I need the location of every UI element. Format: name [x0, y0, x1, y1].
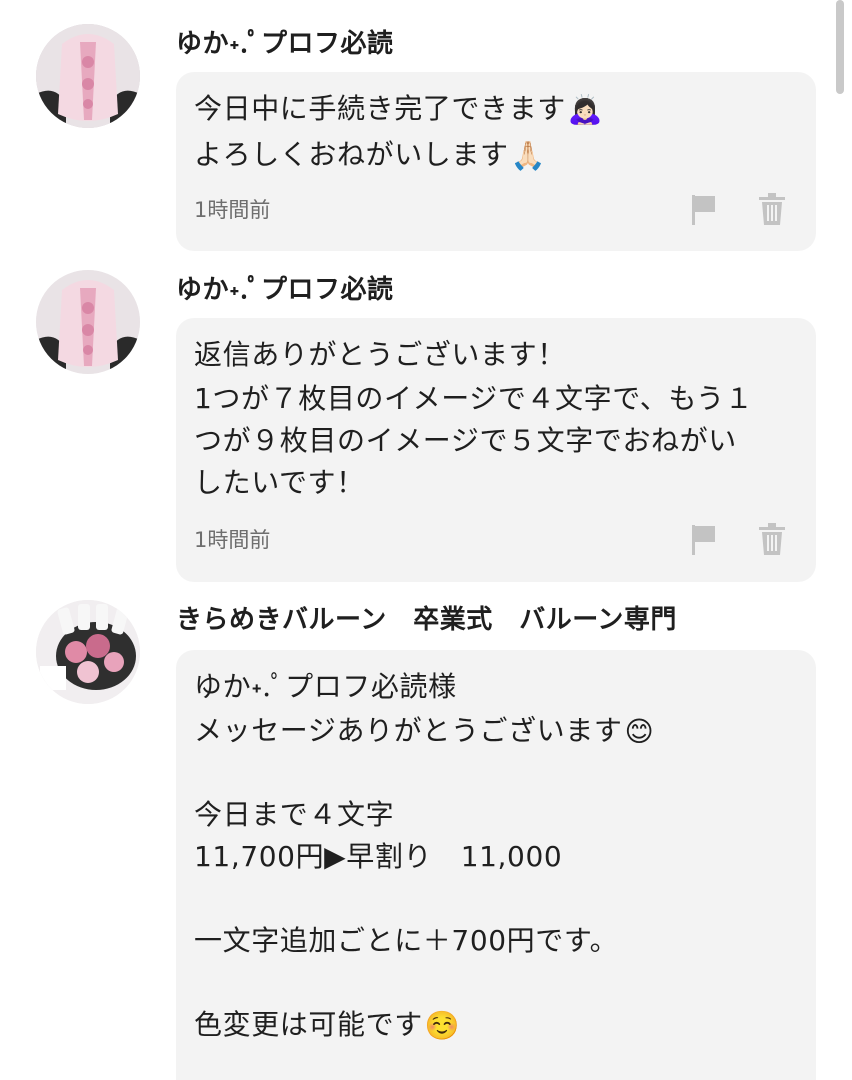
comment-username[interactable]: ゆか˖.ﾟプロフ必読 — [176, 28, 394, 60]
person-bowing-emoji: 🙇🏻‍♀️ — [567, 93, 604, 126]
relieved-smile-emoji: ☺️ — [424, 1009, 461, 1042]
comment-timestamp: 1時間前 — [194, 198, 271, 222]
avatar[interactable] — [36, 24, 140, 128]
folded-hands-emoji: 🙏🏻 — [510, 139, 547, 172]
avatar[interactable] — [36, 270, 140, 374]
comment-text-line: メッセージありがとうございます😊 — [194, 710, 654, 753]
smiling-face-emoji: 😊 — [624, 715, 655, 748]
flag-icon — [692, 525, 715, 555]
delete-button[interactable] — [756, 192, 788, 226]
comment-text-line: よろしくおねがいします🙏🏻 — [194, 134, 546, 177]
report-button[interactable] — [688, 522, 720, 556]
comment-text-line: したいです！ — [194, 466, 365, 499]
avatar[interactable] — [36, 600, 140, 704]
comment-text-line: 今日中に手続き完了できます🙇🏻‍♀️ — [194, 88, 603, 131]
avatar-photo — [36, 600, 140, 704]
trash-icon — [759, 193, 785, 225]
comment-text-line: 11,700円▶早割り 11,000 — [194, 840, 563, 873]
comment-text-line: 一文字追加ごとに＋700円です。 — [194, 924, 619, 957]
avatar-photo — [36, 270, 140, 374]
trash-icon — [759, 523, 785, 555]
comment-text-line: 色変更は可能です☺️ — [194, 1004, 460, 1047]
comment-text-line: 1つが７枚目のイメージで４文字で、もう１ — [194, 382, 754, 415]
comment-text-line: ゆか˖.ﾟプロフ必読様 — [194, 670, 457, 703]
delete-button[interactable] — [756, 522, 788, 556]
avatar-photo — [36, 24, 140, 128]
comment-bubble: 返信ありがとうございます！ 1つが７枚目のイメージで４文字で、もう１ つが９枚目… — [176, 318, 816, 582]
comment-thread: ゆか˖.ﾟプロフ必読 今日中に手続き完了できます🙇🏻‍♀️ よろしくおねがいしま… — [0, 0, 852, 1080]
report-button[interactable] — [688, 192, 720, 226]
scrollbar[interactable] — [836, 0, 844, 94]
comment-bubble: ゆか˖.ﾟプロフ必読様 メッセージありがとうございます😊 今日まで４文字 11,… — [176, 650, 816, 1080]
comment-username[interactable]: ゆか˖.ﾟプロフ必読 — [176, 274, 394, 306]
comment-timestamp: 1時間前 — [194, 528, 271, 552]
comment-username[interactable]: きらめきバルーン 卒業式 バルーン専門 — [176, 604, 677, 636]
comment-text-line: つが９枚目のイメージで５文字でおねがい — [194, 424, 737, 457]
comment-text-line: 返信ありがとうございます！ — [194, 338, 566, 371]
flag-icon — [692, 195, 715, 225]
comment-text-line: 今日まで４文字 — [194, 798, 395, 831]
comment-bubble: 今日中に手続き完了できます🙇🏻‍♀️ よろしくおねがいします🙏🏻 1時間前 — [176, 72, 816, 251]
